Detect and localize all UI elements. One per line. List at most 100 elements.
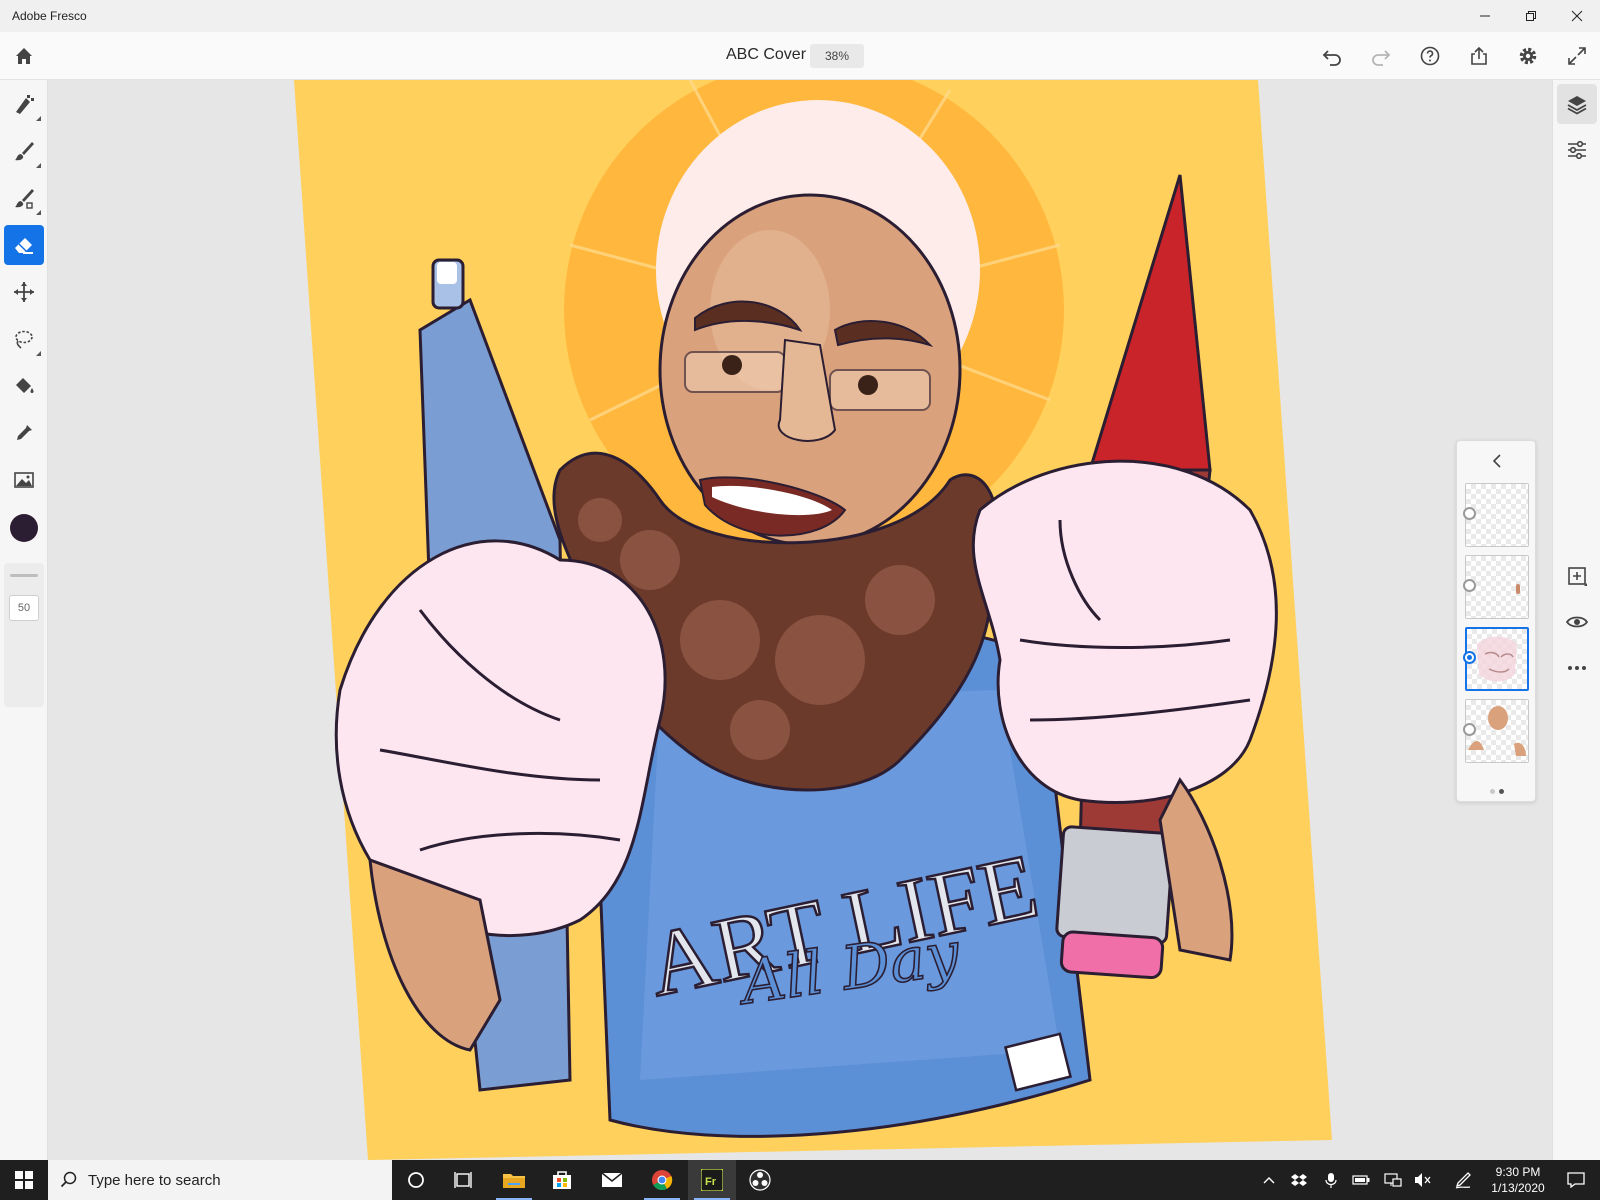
store-button[interactable] [538,1160,586,1200]
lasso-selection-tool[interactable] [4,319,44,359]
layer-properties-button[interactable] [1557,130,1597,170]
taskbar-clock[interactable]: 9:30 PM 1/13/2020 [1484,1164,1552,1196]
dropbox-icon [1291,1174,1307,1186]
home-button[interactable] [8,40,40,72]
home-icon [16,48,32,64]
document-title[interactable]: ABC Cover [726,46,806,64]
start-button[interactable] [0,1160,48,1200]
gear-icon [1519,47,1537,65]
folder-icon [503,1174,525,1188]
fresco-icon: Fr [701,1169,723,1191]
battery-tray[interactable] [1348,1160,1374,1200]
store-icon [553,1171,571,1189]
layer-select-1[interactable] [1463,507,1476,520]
add-layer-icon [1568,567,1587,586]
add-layer-button[interactable] [1557,556,1597,596]
dropbox-tray[interactable] [1286,1160,1312,1200]
obs-icon [749,1169,771,1191]
svg-text:Fr: Fr [705,1176,717,1188]
task-view-icon [454,1172,472,1188]
chevron-up-icon [1263,1177,1275,1184]
layer-select-3[interactable] [1463,651,1476,664]
canvas-area[interactable]: ART LIFE All Day [48,80,1552,1160]
obs-button[interactable] [736,1160,784,1200]
mail-icon [601,1172,623,1187]
restore-button[interactable] [1508,0,1554,32]
help-button[interactable] [1414,40,1446,72]
share-button[interactable] [1463,40,1495,72]
paint-bucket-icon [16,378,34,393]
minimize-button[interactable] [1462,0,1508,32]
undo-icon [1322,50,1341,66]
live-brush-tool[interactable] [4,131,44,171]
brush-size-slider[interactable] [10,574,38,577]
brush-size-input[interactable]: 50 [9,595,39,621]
battery-icon [1352,1175,1370,1185]
live-brush-icon [15,142,34,161]
search-placeholder: Type here to search [88,1171,221,1189]
microphone-tray[interactable] [1318,1160,1344,1200]
collapse-layers-button[interactable] [1485,449,1509,473]
cortana-button[interactable] [392,1160,440,1200]
minimize-icon [1480,15,1490,17]
eraser-icon [15,238,33,254]
pixel-brush-tool[interactable] [4,84,44,124]
page-dot-1[interactable] [1490,789,1495,794]
mail-button[interactable] [588,1160,636,1200]
right-glove [971,459,1278,804]
volume-muted-icon [1415,1173,1431,1187]
fullscreen-button[interactable] [1561,40,1593,72]
undo-button[interactable] [1316,40,1348,72]
settings-button[interactable] [1512,40,1544,72]
restore-icon [1526,11,1536,21]
show-hidden-icons-button[interactable] [1256,1160,1282,1200]
taskbar-search[interactable]: Type here to search [48,1160,392,1200]
close-button[interactable] [1554,0,1600,32]
volume-tray[interactable] [1410,1160,1436,1200]
zoom-level[interactable]: 38% [810,44,864,68]
more-actions-button[interactable] [1557,648,1597,688]
layer-select-2[interactable] [1463,579,1476,592]
layers-panel-button[interactable] [1557,84,1597,124]
vector-brush-icon [15,189,34,209]
windows-logo-icon [15,1171,33,1189]
window-titlebar: Adobe Fresco [0,0,1600,32]
redo-icon [1372,50,1391,66]
right-toolbar [1552,80,1600,1160]
image-icon [14,472,34,488]
sliders-icon [1568,140,1586,160]
notifications-icon [1567,1172,1585,1188]
artwork-canvas[interactable]: ART LIFE All Day [48,80,1552,1160]
vector-brush-tool[interactable] [4,178,44,218]
brush-settings-group [4,563,44,707]
pen-tray[interactable] [1450,1160,1476,1200]
chrome-icon [652,1170,673,1191]
pixel-brush-icon [16,95,34,114]
fresco-button[interactable]: Fr [688,1160,736,1200]
close-icon [1571,10,1583,22]
microphone-icon [1325,1173,1337,1188]
color-picker-button[interactable] [4,508,44,548]
eraser-tool[interactable] [4,225,44,265]
chrome-button[interactable] [638,1160,686,1200]
eyedropper-tool[interactable] [4,413,44,453]
share-icon [1471,46,1487,65]
network-tray[interactable] [1380,1160,1406,1200]
task-view-button[interactable] [440,1160,488,1200]
page-dot-2[interactable] [1499,789,1504,794]
chevron-left-icon [1492,454,1501,468]
transform-tool[interactable] [4,272,44,312]
cortana-icon [408,1172,424,1188]
left-toolbar: 50 [0,80,48,1160]
action-center-button[interactable] [1560,1160,1592,1200]
file-explorer-button[interactable] [490,1160,538,1200]
fill-tool[interactable] [4,366,44,406]
redo-button[interactable] [1365,40,1397,72]
place-image-tool[interactable] [4,460,44,500]
color-swatch [10,514,38,542]
layer-select-4[interactable] [1463,723,1476,736]
clock-date: 1/13/2020 [1491,1181,1545,1195]
window-title: Adobe Fresco [12,9,87,23]
layer-visibility-button[interactable] [1557,602,1597,642]
app-header: ABC Cover 38% [0,32,1600,80]
